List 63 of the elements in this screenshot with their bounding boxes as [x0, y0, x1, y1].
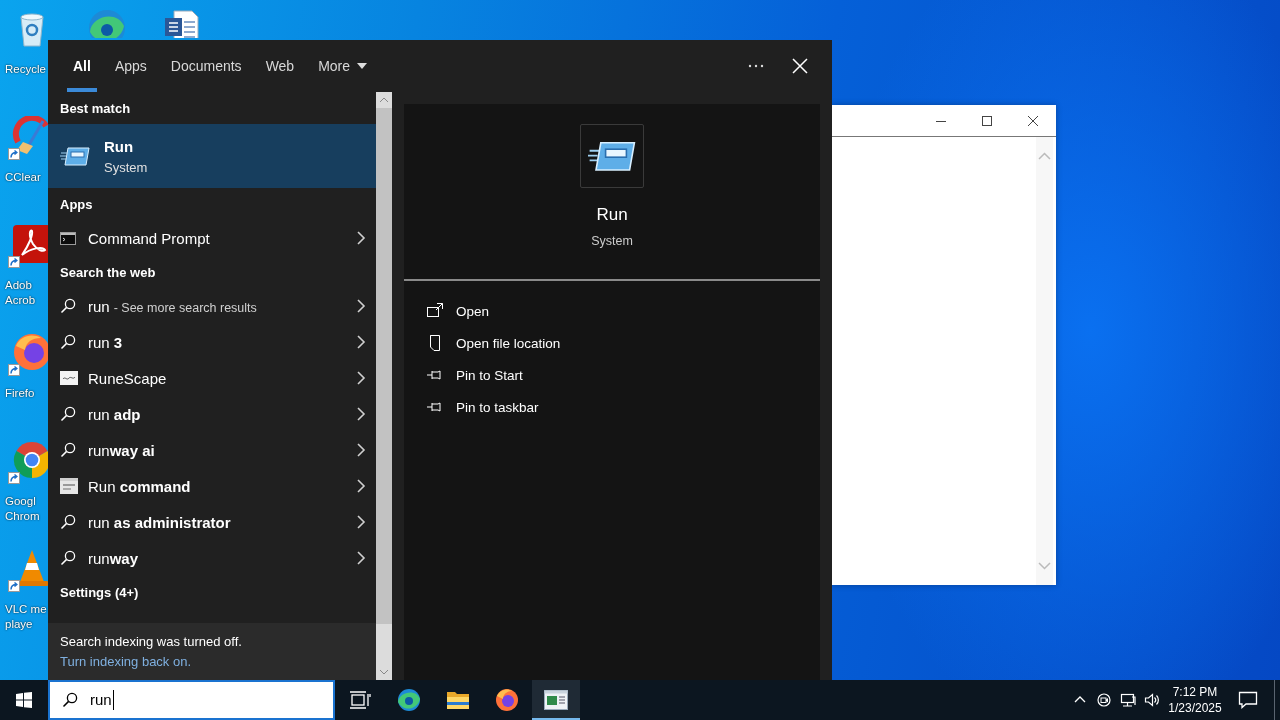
tab[interactable]: Documents	[158, 40, 254, 92]
action-item[interactable]: Open	[404, 295, 820, 327]
window-icon	[544, 690, 568, 710]
search-result[interactable]: runway ai	[48, 432, 376, 468]
search-icon	[60, 334, 76, 350]
thumbnail-icon	[60, 371, 78, 385]
more-icon	[748, 64, 764, 68]
notification-icon	[1238, 691, 1258, 709]
action-item[interactable]: Open file location	[404, 327, 820, 359]
windows-logo-icon[interactable]	[16, 692, 32, 708]
search-icon	[60, 406, 76, 422]
box-arrow-icon	[426, 302, 444, 320]
close-icon	[1028, 115, 1038, 126]
section-heading: Apps	[59, 195, 94, 214]
maximize-icon	[982, 115, 992, 126]
tab[interactable]: All	[61, 40, 103, 92]
browser-icon	[495, 688, 519, 712]
section-heading: Settings (4+)	[59, 583, 140, 602]
console-icon	[60, 231, 76, 245]
search-result[interactable]: RuneScape	[48, 360, 376, 396]
tab[interactable]: More	[306, 40, 380, 92]
section-heading: Search the web	[59, 263, 157, 282]
desktop-icon-label: CClear	[4, 170, 41, 185]
search-icon	[60, 514, 76, 530]
network-icon	[1120, 692, 1136, 708]
caret-icon	[357, 63, 368, 69]
run-dialog-icon	[60, 145, 90, 167]
search-icon	[60, 298, 76, 314]
app-subtitle: System	[591, 233, 633, 249]
notice-text: Search indexing was turned off.	[60, 633, 243, 651]
indexing-link[interactable]: Turn indexing back on.	[60, 654, 192, 669]
folder-icon	[446, 689, 470, 711]
search-result[interactable]: run 3	[48, 324, 376, 360]
volume-icon	[1144, 692, 1160, 708]
search-result[interactable]: run as administrator	[48, 504, 376, 540]
window-thumbnail-icon	[60, 478, 78, 494]
search-result[interactable]: run adp	[48, 396, 376, 432]
camera-icon	[1096, 692, 1112, 708]
desktop-icon-label: Firefo	[4, 386, 35, 401]
search-result[interactable]: run - See more search results	[48, 288, 376, 324]
browser-icon	[397, 688, 421, 712]
search-icon	[60, 550, 76, 566]
search-icon	[62, 692, 78, 708]
task-view-icon	[349, 690, 371, 710]
tab[interactable]: Apps	[102, 40, 159, 92]
desktop-icon-label: Googl Chrom	[4, 494, 40, 524]
search-icon	[60, 442, 76, 458]
section-heading: Best match	[59, 99, 132, 118]
search-result[interactable]: runway	[48, 540, 376, 576]
desktop-icon-label: Recycle	[4, 62, 46, 77]
tab[interactable]: Web	[253, 40, 307, 92]
clock[interactable]: 7:12 PM 1/23/2025	[1164, 680, 1226, 720]
desktop-icon-label: VLC me playe	[4, 602, 47, 632]
search-result[interactable]: Run command	[48, 468, 376, 504]
app-title: Run	[596, 204, 628, 226]
taskbar-app[interactable]	[532, 680, 580, 720]
action-item[interactable]: Pin to Start	[404, 359, 820, 391]
desktop-icon-label: Adob Acrob	[4, 278, 36, 308]
search-field[interactable]: run	[48, 680, 335, 720]
close-icon	[792, 58, 808, 74]
best-match-result[interactable]: Run System	[48, 124, 376, 188]
action-item[interactable]: Pin to taskbar	[404, 391, 820, 423]
search-result[interactable]: Command Prompt	[48, 220, 376, 256]
